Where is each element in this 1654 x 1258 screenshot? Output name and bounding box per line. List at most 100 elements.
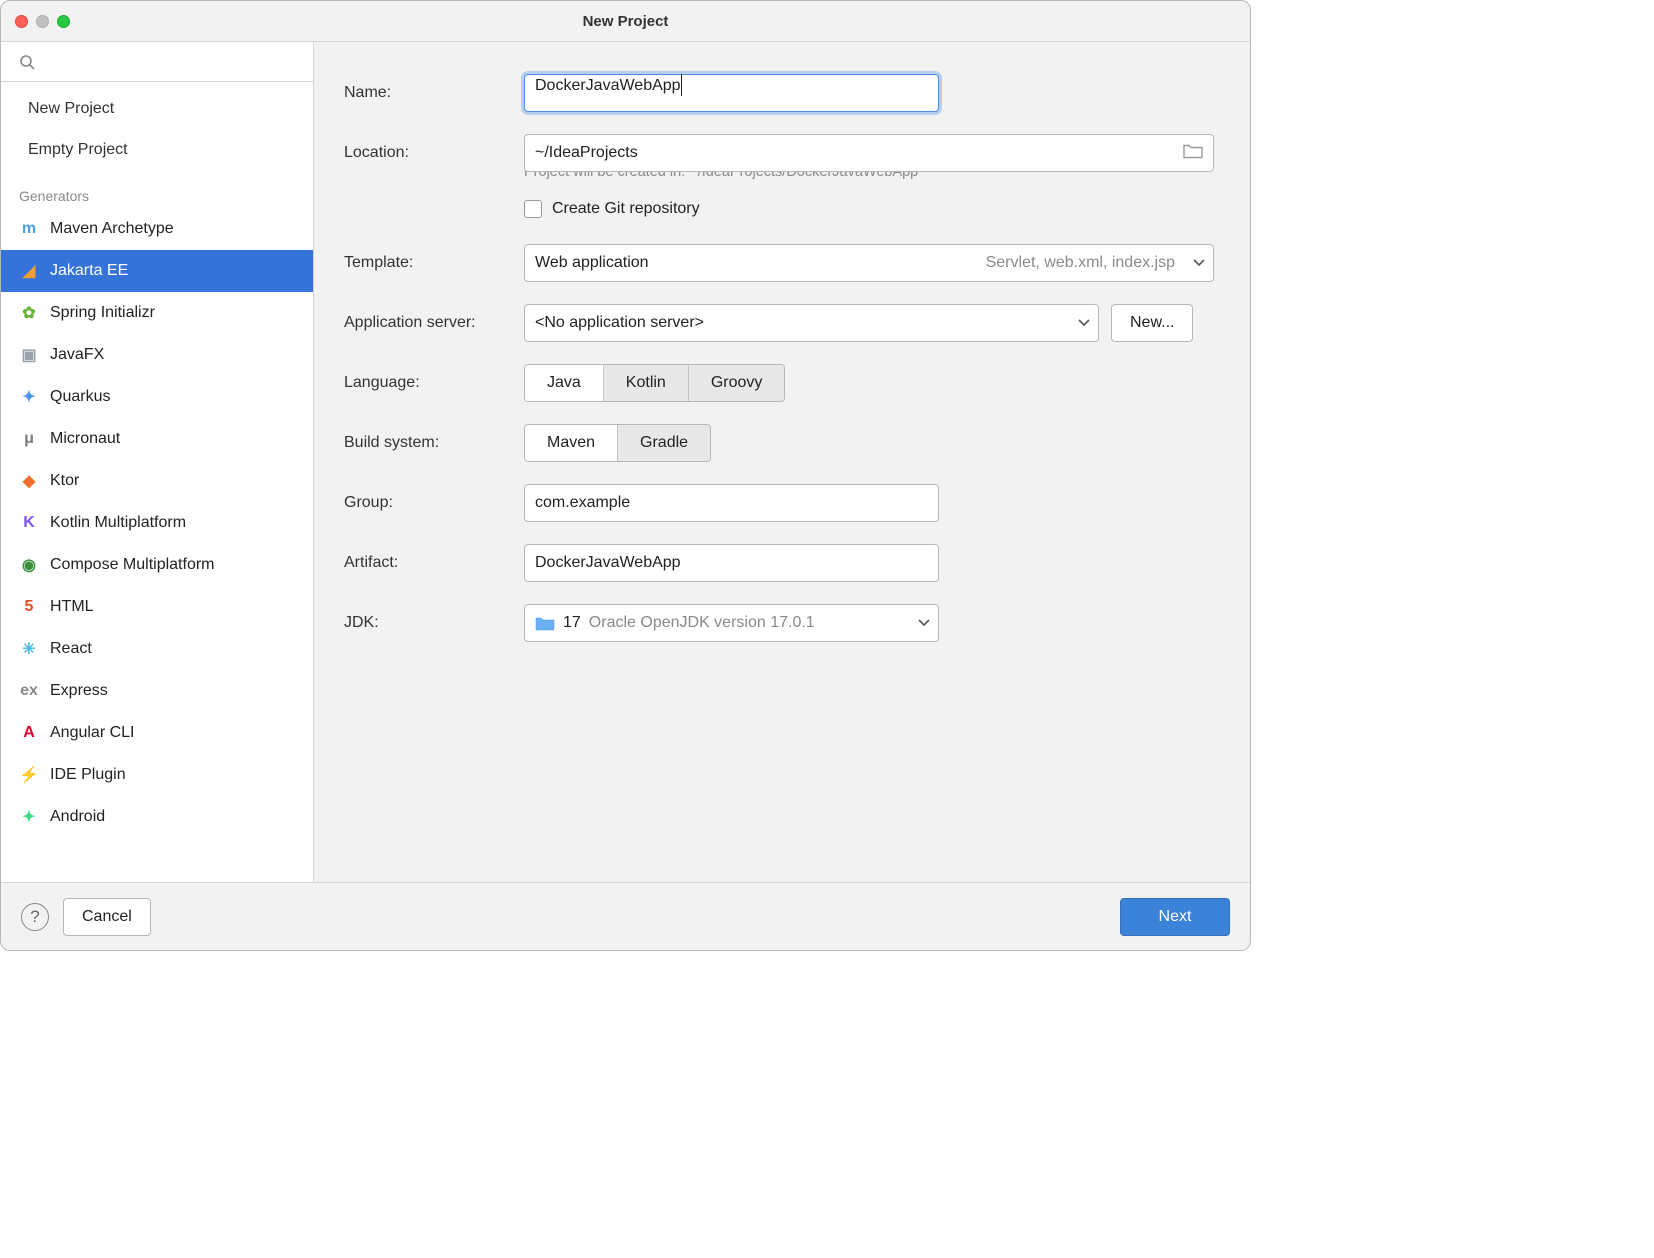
artifact-input[interactable]: DockerJavaWebApp [524, 544, 939, 582]
help-button[interactable]: ? [21, 903, 49, 931]
sidebar-item-empty-project[interactable]: Empty Project [28, 129, 286, 170]
generator-item-javafx[interactable]: ▣ JavaFX [1, 334, 313, 376]
name-label: Name: [344, 84, 524, 102]
generator-item-angular-cli[interactable]: A Angular CLI [1, 712, 313, 754]
angular-cli-icon: A [19, 723, 39, 743]
react-icon: ✳ [19, 639, 39, 659]
generator-item-label: JavaFX [50, 346, 104, 364]
jdk-folder-icon [535, 615, 555, 631]
folder-icon[interactable] [1183, 143, 1203, 164]
minimize-window-button[interactable] [36, 15, 49, 28]
generator-item-label: HTML [50, 598, 94, 616]
name-input[interactable]: DockerJavaWebApp [524, 74, 939, 112]
footer: ? Cancel Next [1, 882, 1250, 950]
spring-initializr-icon: ✿ [19, 303, 39, 323]
generator-item-micronaut[interactable]: μ Micronaut [1, 418, 313, 460]
search-input[interactable] [1, 42, 313, 82]
generator-item-label: Jakarta EE [50, 262, 128, 280]
generator-item-label: IDE Plugin [50, 766, 126, 784]
build-segmented: MavenGradle [524, 424, 711, 462]
sidebar-item-new-project[interactable]: New Project [28, 88, 286, 129]
search-icon [19, 54, 35, 70]
generator-item-label: Android [50, 808, 105, 826]
html-icon: 5 [19, 597, 39, 617]
android-icon: ✦ [19, 807, 39, 827]
cancel-button[interactable]: Cancel [63, 898, 151, 936]
generator-item-label: Quarkus [50, 388, 110, 406]
generator-item-label: React [50, 640, 92, 658]
generator-item-react[interactable]: ✳ React [1, 628, 313, 670]
main-body: New Project Empty Project Generators m Ma… [1, 41, 1250, 882]
generator-item-spring-initializr[interactable]: ✿ Spring Initializr [1, 292, 313, 334]
project-categories: New Project Empty Project [1, 82, 313, 176]
generator-item-ide-plugin[interactable]: ⚡ IDE Plugin [1, 754, 313, 796]
template-select[interactable]: Web application Servlet, web.xml, index.… [524, 244, 1214, 282]
language-label: Language: [344, 374, 524, 392]
generator-item-android[interactable]: ✦ Android [1, 796, 313, 838]
traffic-lights [15, 15, 70, 28]
compose-multiplatform-icon: ◉ [19, 555, 39, 575]
language-option-java[interactable]: Java [525, 365, 604, 401]
group-label: Group: [344, 494, 524, 512]
appserver-label: Application server: [344, 314, 524, 332]
generator-item-label: Micronaut [50, 430, 120, 448]
jdk-label: JDK: [344, 614, 524, 632]
maven-archetype-icon: m [19, 219, 39, 239]
chevron-down-icon [1078, 314, 1090, 332]
text-caret [681, 74, 682, 96]
express-icon: ex [19, 681, 39, 701]
jakarta-ee-icon: ◢ [19, 261, 39, 281]
generator-item-label: Angular CLI [50, 724, 135, 742]
generator-item-label: Spring Initializr [50, 304, 155, 322]
generator-item-label: Ktor [50, 472, 79, 490]
quarkus-icon: ✦ [19, 387, 39, 407]
new-project-window: New Project New Project Empty Project Ge… [0, 0, 1251, 951]
language-segmented: JavaKotlinGroovy [524, 364, 785, 402]
ktor-icon: ◆ [19, 471, 39, 491]
form-panel: Name: DockerJavaWebApp Location: ~/IdeaP… [314, 42, 1250, 882]
generator-item-label: Kotlin Multiplatform [50, 514, 186, 532]
generator-item-label: Maven Archetype [50, 220, 174, 238]
generator-item-html[interactable]: 5 HTML [1, 586, 313, 628]
appserver-new-button[interactable]: New... [1111, 304, 1193, 342]
generator-item-ktor[interactable]: ◆ Ktor [1, 460, 313, 502]
titlebar: New Project [1, 1, 1250, 41]
close-window-button[interactable] [15, 15, 28, 28]
sidebar: New Project Empty Project Generators m Ma… [1, 42, 314, 882]
next-button[interactable]: Next [1120, 898, 1230, 936]
git-checkbox-label: Create Git repository [552, 200, 700, 218]
language-option-kotlin[interactable]: Kotlin [604, 365, 689, 401]
generator-item-compose-multiplatform[interactable]: ◉ Compose Multiplatform [1, 544, 313, 586]
window-title: New Project [583, 13, 669, 30]
generator-item-quarkus[interactable]: ✦ Quarkus [1, 376, 313, 418]
language-option-groovy[interactable]: Groovy [689, 365, 785, 401]
generator-item-kotlin-multiplatform[interactable]: K Kotlin Multiplatform [1, 502, 313, 544]
build-label: Build system: [344, 434, 524, 452]
generator-item-jakarta-ee[interactable]: ◢ Jakarta EE [1, 250, 313, 292]
location-input[interactable]: ~/IdeaProjects [524, 134, 1214, 172]
build-option-gradle[interactable]: Gradle [618, 425, 710, 461]
artifact-label: Artifact: [344, 554, 524, 572]
generator-item-maven-archetype[interactable]: m Maven Archetype [1, 208, 313, 250]
git-checkbox[interactable] [524, 200, 542, 218]
template-label: Template: [344, 254, 524, 272]
appserver-select[interactable]: <No application server> [524, 304, 1099, 342]
generators-label: Generators [1, 176, 313, 208]
generator-list: m Maven Archetype ◢ Jakarta EE ✿ Spring Initi… [1, 208, 313, 838]
chevron-down-icon [918, 614, 930, 632]
jdk-select[interactable]: 17 Oracle OpenJDK version 17.0.1 [524, 604, 939, 642]
template-hint: Servlet, web.xml, index.jsp [986, 254, 1175, 272]
javafx-icon: ▣ [19, 345, 39, 365]
kotlin-multiplatform-icon: K [19, 513, 39, 533]
zoom-window-button[interactable] [57, 15, 70, 28]
generator-item-label: Express [50, 682, 108, 700]
chevron-down-icon [1193, 254, 1205, 272]
location-label: Location: [344, 144, 524, 162]
build-option-maven[interactable]: Maven [525, 425, 618, 461]
git-checkbox-row[interactable]: Create Git repository [524, 200, 1220, 218]
micronaut-icon: μ [19, 429, 39, 449]
generator-item-express[interactable]: ex Express [1, 670, 313, 712]
group-input[interactable]: com.example [524, 484, 939, 522]
ide-plugin-icon: ⚡ [19, 765, 39, 785]
generator-item-label: Compose Multiplatform [50, 556, 215, 574]
